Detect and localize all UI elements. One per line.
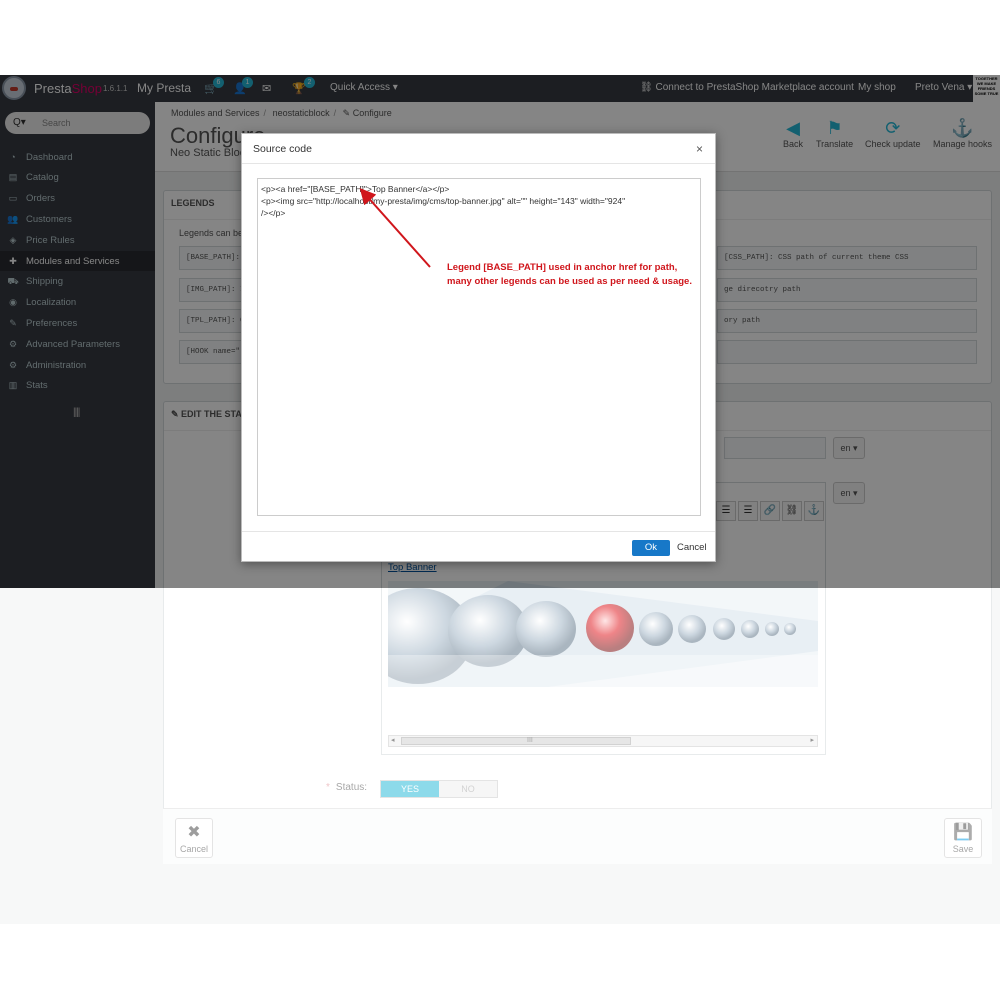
dialog-cancel-button[interactable]: Cancel [677, 540, 707, 556]
annotation-text: Legend [BASE_PATH] used in anchor href f… [447, 262, 692, 287]
modal-backdrop-lower[interactable] [0, 588, 1000, 924]
app-frame: PrestaShop 1.6.1.1 My Presta 🛒 6 👤 1 ✉ 🏆… [0, 75, 1000, 924]
annotation-arrow [359, 188, 431, 268]
source-code-dialog: Source code × <p><a href="[BASE_PATH]">T… [241, 133, 716, 562]
ok-button[interactable]: Ok [632, 540, 670, 556]
